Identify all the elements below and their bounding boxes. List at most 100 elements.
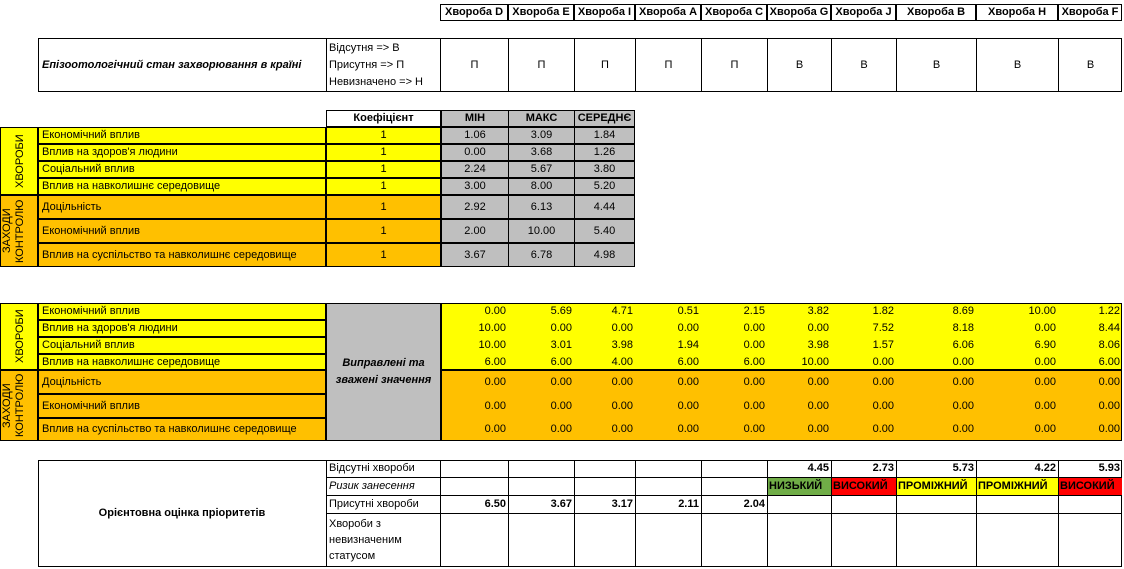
row-label: Вплив на суспільство та навколишнє серед… <box>38 418 326 441</box>
status-value[interactable]: П <box>508 38 574 92</box>
column-header[interactable]: Хвороба B <box>896 4 976 21</box>
coef-value[interactable]: 1 <box>326 219 441 243</box>
present-value[interactable]: 6.50 <box>440 496 508 514</box>
undetermined-value[interactable] <box>976 514 1058 567</box>
undetermined-value[interactable] <box>896 514 976 567</box>
column-header[interactable]: Хвороба H <box>976 4 1058 21</box>
undetermined-value[interactable] <box>508 514 574 567</box>
min-value[interactable]: 2.00 <box>441 219 509 243</box>
row-label: Вплив на навколишнє середовище <box>38 178 326 195</box>
column-header[interactable]: Хвороба C <box>701 4 767 21</box>
risk-value[interactable] <box>701 478 767 496</box>
column-header[interactable]: Хвороба E <box>508 4 574 21</box>
status-value[interactable]: В <box>976 38 1058 92</box>
max-value[interactable]: 6.13 <box>508 195 575 219</box>
status-value[interactable]: В <box>831 38 896 92</box>
present-value[interactable] <box>1058 496 1122 514</box>
avg-value[interactable]: 5.40 <box>574 219 635 243</box>
undetermined-value[interactable] <box>635 514 701 567</box>
absent-value[interactable]: 2.73 <box>831 460 896 478</box>
risk-value[interactable]: НИЗЬКИЙ <box>767 478 831 496</box>
status-value[interactable]: П <box>701 38 767 92</box>
absent-value[interactable] <box>635 460 701 478</box>
absent-value[interactable] <box>508 460 574 478</box>
undetermined-value[interactable] <box>767 514 831 567</box>
avg-value[interactable]: 5.20 <box>574 178 635 195</box>
avg-header[interactable]: СЕРЕДНЄ <box>574 110 635 127</box>
coef-value[interactable]: 1 <box>326 161 441 178</box>
absent-value[interactable]: 4.45 <box>767 460 831 478</box>
risk-value[interactable]: ВИСОКИЙ <box>831 478 896 496</box>
present-value[interactable]: 3.17 <box>574 496 635 514</box>
avg-value[interactable]: 1.84 <box>574 127 635 144</box>
min-header[interactable]: МІН <box>441 110 509 127</box>
column-header[interactable]: Хвороба F <box>1058 4 1122 21</box>
status-value[interactable]: П <box>635 38 701 92</box>
risk-value[interactable]: ВИСОКИЙ <box>1058 478 1122 496</box>
status-value[interactable]: П <box>440 38 508 92</box>
avg-value[interactable]: 1.26 <box>574 144 635 161</box>
undetermined-value[interactable] <box>1058 514 1122 567</box>
legend-absent: Відсутня => В <box>329 42 400 54</box>
present-value[interactable]: 3.67 <box>508 496 574 514</box>
undetermined-value[interactable] <box>574 514 635 567</box>
present-value[interactable]: 2.11 <box>635 496 701 514</box>
status-value[interactable]: В <box>896 38 976 92</box>
risk-value[interactable]: ПРОМІЖНИЙ <box>976 478 1058 496</box>
avg-value[interactable]: 4.98 <box>574 243 635 267</box>
avg-value[interactable]: 4.44 <box>574 195 635 219</box>
present-value[interactable] <box>976 496 1058 514</box>
coef-value[interactable]: 1 <box>326 243 441 267</box>
risk-value[interactable] <box>508 478 574 496</box>
min-value[interactable]: 1.06 <box>441 127 509 144</box>
min-value[interactable]: 3.67 <box>441 243 509 267</box>
present-value[interactable] <box>896 496 976 514</box>
coef-header[interactable]: Коефіцієнт <box>326 110 441 127</box>
risk-value[interactable] <box>440 478 508 496</box>
column-header[interactable]: Хвороба A <box>635 4 701 21</box>
row-label: Економічний вплив <box>38 219 326 243</box>
absent-value[interactable]: 5.73 <box>896 460 976 478</box>
min-value[interactable]: 0.00 <box>441 144 509 161</box>
coef-value[interactable]: 1 <box>326 195 441 219</box>
status-value[interactable]: В <box>767 38 831 92</box>
absent-value[interactable] <box>574 460 635 478</box>
undetermined-value[interactable] <box>831 514 896 567</box>
status-value[interactable]: П <box>574 38 635 92</box>
coef-value[interactable]: 1 <box>326 127 441 144</box>
max-value[interactable]: 6.78 <box>508 243 575 267</box>
absent-value[interactable] <box>440 460 508 478</box>
min-value[interactable]: 2.24 <box>441 161 509 178</box>
min-value[interactable]: 2.92 <box>441 195 509 219</box>
avg-value[interactable]: 3.80 <box>574 161 635 178</box>
absent-value[interactable]: 4.22 <box>976 460 1058 478</box>
row-label: Економічний вплив <box>38 394 326 418</box>
risk-label: Ризик занесення <box>326 478 441 496</box>
max-header[interactable]: МАКС <box>508 110 575 127</box>
max-value[interactable]: 8.00 <box>508 178 575 195</box>
risk-value[interactable] <box>635 478 701 496</box>
max-value[interactable]: 3.68 <box>508 144 575 161</box>
column-header[interactable]: Хвороба D <box>440 4 508 21</box>
absent-value[interactable] <box>701 460 767 478</box>
undetermined-value[interactable] <box>701 514 767 567</box>
column-header[interactable]: Хвороба G <box>767 4 831 21</box>
present-value[interactable] <box>831 496 896 514</box>
coef-value[interactable]: 1 <box>326 178 441 195</box>
coef-value[interactable]: 1 <box>326 144 441 161</box>
max-value[interactable]: 3.09 <box>508 127 575 144</box>
present-value[interactable] <box>767 496 831 514</box>
present-value[interactable]: 2.04 <box>701 496 767 514</box>
max-value[interactable]: 5.67 <box>508 161 575 178</box>
absent-value[interactable]: 5.93 <box>1058 460 1122 478</box>
weighted-diseases-label: ХВОРОБИ <box>14 309 26 364</box>
risk-value[interactable]: ПРОМІЖНИЙ <box>896 478 976 496</box>
column-header[interactable]: Хвороба I <box>574 4 635 21</box>
min-value[interactable]: 3.00 <box>441 178 509 195</box>
status-value[interactable]: В <box>1058 38 1122 92</box>
risk-value[interactable] <box>574 478 635 496</box>
max-value[interactable]: 10.00 <box>508 219 575 243</box>
undetermined-value[interactable] <box>440 514 508 567</box>
column-header[interactable]: Хвороба J <box>831 4 896 21</box>
absent-label: Відсутні хвороби <box>326 460 441 478</box>
